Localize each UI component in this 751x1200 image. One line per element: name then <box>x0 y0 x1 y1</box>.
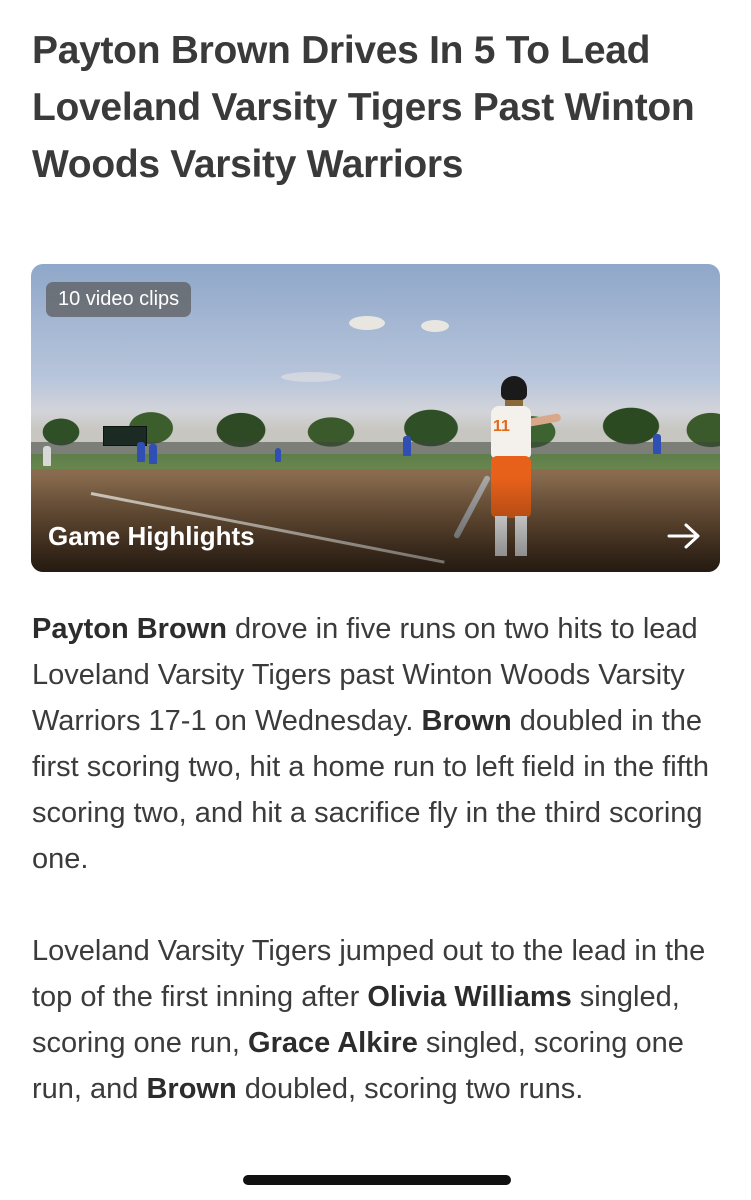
player-name: Grace Alkire <box>248 1027 418 1059</box>
article-paragraph: Payton Brown drove in five runs on two h… <box>32 613 709 875</box>
arrow-right-icon[interactable] <box>666 522 702 550</box>
home-indicator[interactable] <box>243 1175 511 1185</box>
player-name: Brown <box>146 1073 237 1105</box>
player-name: Olivia Williams <box>367 981 572 1013</box>
article-paragraph: Loveland Varsity Tigers jumped out to th… <box>32 935 706 1105</box>
jersey-number: 11 <box>493 418 510 435</box>
video-card-title: Game Highlights <box>48 521 255 551</box>
player-name: Brown <box>421 705 512 737</box>
article-body: Payton Brown drove in five runs on two h… <box>32 606 722 1112</box>
game-highlights-video-card[interactable]: 11 10 video clips Game Highlights <box>31 264 720 572</box>
video-clips-badge: 10 video clips <box>46 282 192 317</box>
player-name: Payton Brown <box>32 613 227 645</box>
article-headline: Payton Brown Drives In 5 To Lead Lovelan… <box>32 29 695 186</box>
